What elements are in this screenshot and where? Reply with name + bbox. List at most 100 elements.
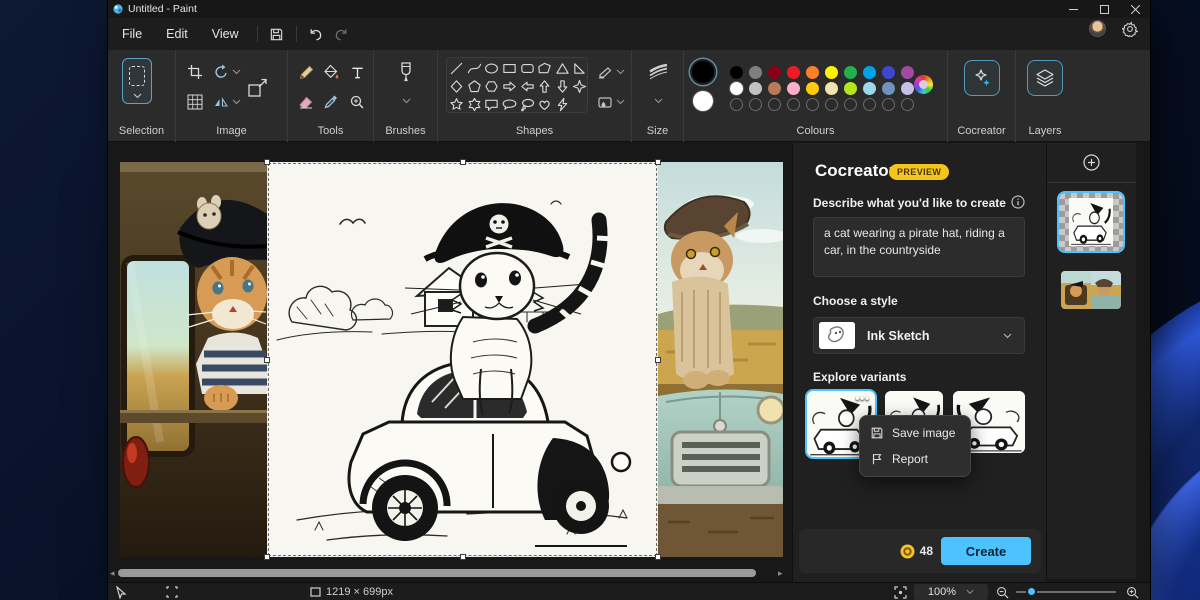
layer-thumbnail-1[interactable] bbox=[1059, 193, 1123, 251]
selection-tool-button[interactable] bbox=[122, 58, 152, 104]
style-dropdown[interactable]: Ink Sketch bbox=[813, 317, 1025, 354]
shape-outline-icon[interactable] bbox=[596, 63, 614, 81]
palette-empty-slot[interactable] bbox=[863, 98, 876, 111]
settings-gear-icon[interactable] bbox=[1122, 21, 1138, 37]
canvas-horizontal-scrollbar[interactable]: ◂ ▸ bbox=[110, 567, 790, 579]
shape-rounded-rectangle-icon[interactable] bbox=[520, 61, 535, 76]
chevron-down-icon[interactable] bbox=[232, 69, 241, 75]
remove-background-icon[interactable] bbox=[186, 93, 204, 111]
scroll-right-arrow[interactable]: ▸ bbox=[778, 568, 783, 579]
palette-colour-swatch[interactable] bbox=[901, 66, 914, 79]
shape-pentagon-icon[interactable] bbox=[467, 79, 482, 94]
palette-colour-swatch[interactable] bbox=[882, 82, 895, 95]
shape-speech-rectangle-icon[interactable] bbox=[484, 97, 499, 112]
palette-colour-swatch[interactable] bbox=[806, 66, 819, 79]
edit-colors-wheel-icon[interactable] bbox=[914, 75, 933, 94]
palette-colour-swatch[interactable] bbox=[787, 82, 800, 95]
shape-triangle-icon[interactable] bbox=[555, 61, 570, 76]
zoom-level-dropdown[interactable]: 100% bbox=[914, 584, 988, 600]
palette-colour-swatch[interactable] bbox=[844, 82, 857, 95]
menu-edit[interactable]: Edit bbox=[154, 22, 200, 46]
menu-item-save-image[interactable]: Save image bbox=[864, 420, 966, 446]
shape-star-4-icon[interactable] bbox=[572, 79, 587, 94]
fit-to-screen-button[interactable] bbox=[894, 583, 907, 600]
palette-colour-swatch[interactable] bbox=[787, 66, 800, 79]
prompt-input[interactable]: a cat wearing a pirate hat, riding a car… bbox=[813, 217, 1025, 277]
chevron-down-icon[interactable] bbox=[232, 99, 241, 105]
palette-empty-slot[interactable] bbox=[730, 98, 743, 111]
eraser-icon[interactable] bbox=[297, 93, 315, 111]
shape-arrow-up-icon[interactable] bbox=[537, 79, 552, 94]
palette-colour-swatch[interactable] bbox=[730, 66, 743, 79]
shape-line-icon[interactable] bbox=[449, 61, 464, 76]
info-icon[interactable] bbox=[1011, 195, 1025, 209]
shape-heart-icon[interactable] bbox=[537, 97, 552, 112]
palette-colour-swatch[interactable] bbox=[749, 82, 762, 95]
canvas[interactable] bbox=[120, 162, 783, 557]
palette-empty-slot[interactable] bbox=[825, 98, 838, 111]
shape-polygon-icon[interactable] bbox=[537, 61, 552, 76]
shape-arrow-left-icon[interactable] bbox=[520, 79, 535, 94]
zoom-out-button[interactable] bbox=[996, 583, 1009, 600]
minimize-button[interactable] bbox=[1058, 0, 1088, 18]
line-size-icon[interactable] bbox=[648, 63, 668, 83]
pencil-icon[interactable] bbox=[297, 63, 315, 81]
shape-right-triangle-icon[interactable] bbox=[572, 61, 587, 76]
palette-colour-swatch[interactable] bbox=[863, 82, 876, 95]
shape-curve-icon[interactable] bbox=[467, 61, 482, 76]
chevron-down-icon[interactable] bbox=[402, 98, 411, 104]
palette-colour-swatch[interactable] bbox=[768, 82, 781, 95]
palette-empty-slot[interactable] bbox=[882, 98, 895, 111]
palette-colour-swatch[interactable] bbox=[844, 66, 857, 79]
palette-colour-swatch[interactable] bbox=[825, 66, 838, 79]
palette-colour-swatch[interactable] bbox=[768, 66, 781, 79]
palette-empty-slot[interactable] bbox=[844, 98, 857, 111]
shape-star-5-icon[interactable] bbox=[449, 97, 464, 112]
layers-button[interactable] bbox=[1027, 60, 1063, 96]
text-tool-icon[interactable] bbox=[348, 63, 366, 81]
shape-arrow-down-icon[interactable] bbox=[555, 79, 570, 94]
shape-lightning-icon[interactable] bbox=[555, 97, 570, 112]
palette-empty-slot[interactable] bbox=[787, 98, 800, 111]
resize-icon[interactable] bbox=[246, 76, 270, 100]
scrollbar-thumb[interactable] bbox=[118, 569, 756, 577]
fill-bucket-icon[interactable] bbox=[322, 63, 340, 81]
shape-rectangle-icon[interactable] bbox=[502, 61, 517, 76]
magnifier-icon[interactable] bbox=[348, 93, 366, 111]
chevron-down-icon[interactable] bbox=[616, 99, 625, 105]
color-picker-icon[interactable] bbox=[322, 93, 340, 111]
redo-button[interactable] bbox=[329, 22, 355, 46]
shape-diamond-icon[interactable] bbox=[449, 79, 464, 94]
add-layer-icon[interactable] bbox=[1083, 154, 1100, 171]
shape-ellipse-icon[interactable] bbox=[484, 61, 499, 76]
zoom-slider-thumb[interactable] bbox=[1026, 586, 1037, 597]
undo-button[interactable] bbox=[303, 22, 329, 46]
palette-empty-slot[interactable] bbox=[749, 98, 762, 111]
close-button[interactable] bbox=[1120, 0, 1150, 18]
variant-more-options-icon[interactable]: ••• bbox=[855, 393, 870, 405]
crop-icon[interactable] bbox=[186, 63, 204, 81]
create-button[interactable]: Create bbox=[941, 537, 1031, 565]
rotate-icon[interactable] bbox=[212, 63, 230, 81]
palette-colour-swatch[interactable] bbox=[730, 82, 743, 95]
chevron-down-icon[interactable] bbox=[616, 69, 625, 75]
shape-fill-icon[interactable] bbox=[596, 93, 614, 111]
menu-file[interactable]: File bbox=[110, 22, 154, 46]
palette-empty-slot[interactable] bbox=[806, 98, 819, 111]
palette-colour-swatch[interactable] bbox=[882, 66, 895, 79]
palette-empty-slot[interactable] bbox=[901, 98, 914, 111]
scroll-left-arrow[interactable]: ◂ bbox=[110, 568, 115, 579]
shape-hexagon-icon[interactable] bbox=[484, 79, 499, 94]
palette-colour-swatch[interactable] bbox=[806, 82, 819, 95]
palette-colour-swatch[interactable] bbox=[901, 82, 914, 95]
flip-icon[interactable] bbox=[212, 93, 230, 111]
shape-thought-cloud-icon[interactable] bbox=[520, 97, 535, 112]
palette-empty-slot[interactable] bbox=[768, 98, 781, 111]
color1-swatch[interactable] bbox=[692, 61, 714, 83]
menu-item-report[interactable]: Report bbox=[864, 446, 966, 472]
color2-swatch[interactable] bbox=[693, 91, 713, 111]
zoom-slider[interactable] bbox=[1016, 591, 1116, 593]
account-avatar[interactable] bbox=[1089, 20, 1106, 37]
shape-arrow-right-icon[interactable] bbox=[502, 79, 517, 94]
brush-icon[interactable] bbox=[396, 62, 416, 84]
